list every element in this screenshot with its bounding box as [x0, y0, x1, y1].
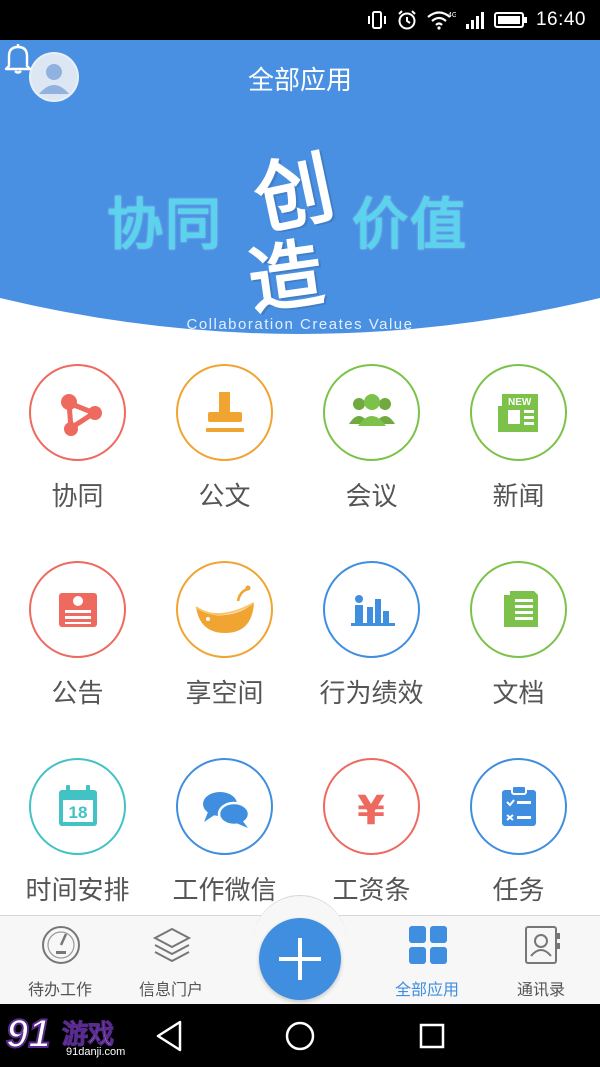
tab-todo[interactable]: 待办工作: [0, 916, 120, 1004]
chat-bubbles-icon: [203, 792, 251, 828]
signal-icon: [465, 12, 484, 29]
gauge-icon: [42, 926, 80, 964]
home-icon[interactable]: [280, 1016, 320, 1056]
slogan-english: Collaboration Creates Value: [186, 316, 414, 333]
app-label: 享空间: [185, 679, 264, 709]
stamp-icon: [206, 392, 244, 432]
wifi-icon: 4G: [427, 11, 456, 30]
tab-label: 通讯录: [516, 980, 565, 999]
app-label: 协同: [51, 482, 104, 512]
battery-icon: [493, 12, 527, 28]
page-title: 全部应用: [247, 66, 352, 96]
add-button[interactable]: [259, 918, 341, 1000]
app-schedule[interactable]: 18 时间安排: [4, 752, 151, 932]
yen-symbol: ¥: [357, 788, 385, 834]
announcement-icon: [59, 593, 97, 627]
bar-chart-icon: [351, 595, 395, 626]
app-news[interactable]: NEW 新闻: [445, 358, 592, 538]
watermark-number: 91: [5, 1011, 51, 1057]
yen-icon: ¥: [357, 788, 385, 834]
slogan-right: 价值: [352, 192, 468, 258]
whale-icon: [195, 585, 255, 633]
back-icon[interactable]: [150, 1016, 190, 1056]
app-meeting[interactable]: 会议: [298, 358, 445, 538]
watermark: 91 游戏 91danji.com: [4, 1011, 144, 1064]
app-tasks[interactable]: 任务: [445, 752, 592, 932]
tab-label: 信息门户: [138, 980, 203, 999]
app-share-space[interactable]: 享空间: [151, 555, 298, 735]
app-label: 公告: [51, 679, 104, 709]
vibrate-icon: [367, 11, 386, 29]
status-bar: 4G 16:40: [0, 0, 600, 40]
share-nodes-icon: [61, 394, 102, 436]
document-icon: [504, 591, 538, 627]
tab-label: 待办工作: [27, 980, 92, 999]
watermark-url: 91danji.com: [66, 1046, 126, 1058]
news-badge: NEW: [508, 397, 532, 408]
app-label: 公文: [198, 482, 251, 512]
app-documents[interactable]: 文档: [445, 555, 592, 735]
app-label: 时间安排: [25, 876, 130, 906]
grid-icon: [409, 926, 447, 964]
tab-contacts[interactable]: 通讯录: [481, 916, 600, 1004]
contacts-icon: [525, 926, 560, 964]
alarm-icon: [398, 10, 416, 30]
plus-icon: [279, 938, 321, 980]
app-official-docs[interactable]: 公文: [151, 358, 298, 538]
app-label: 新闻: [492, 482, 545, 512]
app-label: 文档: [492, 679, 545, 709]
app-label: 行为绩效: [319, 679, 424, 709]
network-type: 4G: [448, 12, 456, 19]
calligraphy-bottom: 造: [243, 230, 329, 326]
recent-apps-icon[interactable]: [412, 1016, 452, 1056]
bell-icon[interactable]: [0, 40, 36, 76]
slogan-left: 协同: [107, 192, 223, 258]
app-label: 会议: [345, 482, 398, 512]
tab-portal[interactable]: 信息门户: [111, 916, 231, 1004]
tab-label: 全部应用: [394, 980, 459, 999]
app-collaboration[interactable]: 协同: [4, 358, 151, 538]
app-label: 任务: [492, 876, 545, 906]
status-time: 16:40: [535, 9, 586, 30]
calendar-day: 18: [69, 803, 88, 822]
task-clipboard-icon: [502, 785, 536, 826]
people-group-icon: [349, 394, 395, 426]
banner: 全部应用 协同 创 造 价值 Collaboration Creates Val…: [0, 40, 600, 346]
newspaper-icon: NEW: [498, 394, 538, 432]
app-grid: 协同 公文 会议 NEW 新闻 公告 享空间 行为绩效 文档 18 时间安排 工…: [0, 358, 600, 918]
tab-all-apps[interactable]: 全部应用: [367, 916, 487, 1004]
calendar-icon: 18: [59, 785, 97, 826]
layers-icon: [152, 927, 192, 963]
app-performance[interactable]: 行为绩效: [298, 555, 445, 735]
app-screen: 全部应用 协同 创 造 价值 Collaboration Creates Val…: [0, 40, 600, 1004]
app-announcement[interactable]: 公告: [4, 555, 151, 735]
